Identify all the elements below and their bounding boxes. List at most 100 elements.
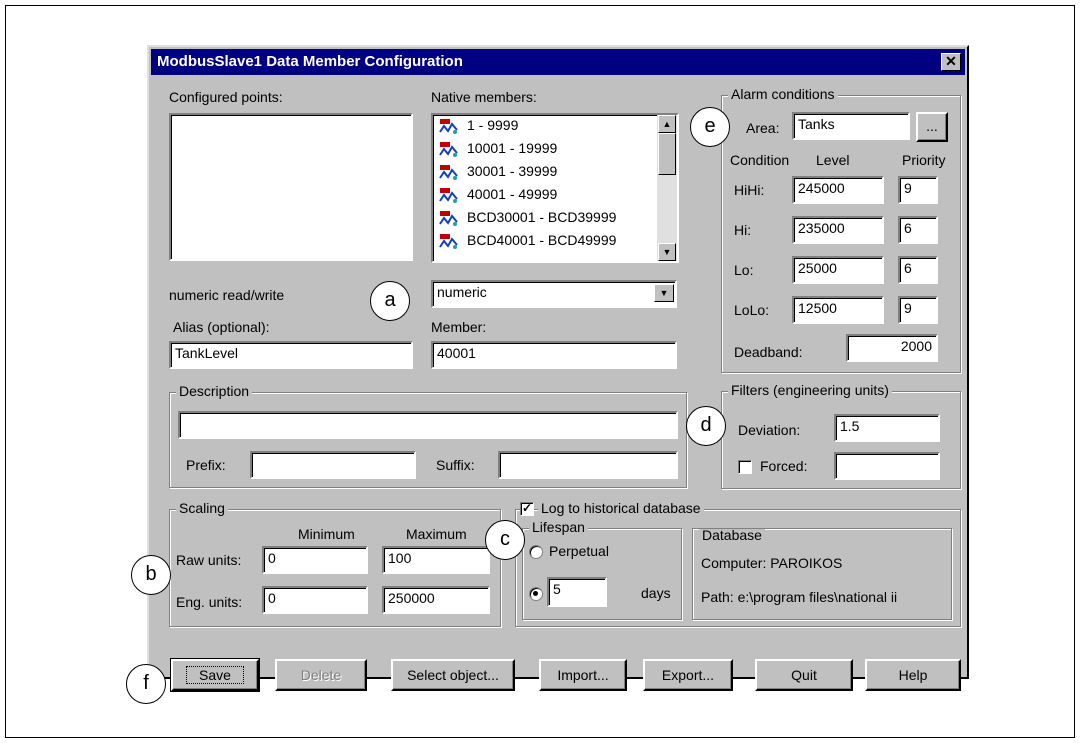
type-select-value: numeric	[437, 284, 487, 300]
native-member-text: BCD40001 - BCD49999	[467, 232, 617, 248]
import-button[interactable]: Import...	[539, 659, 627, 691]
path-text: Path: e:\program files\national ii	[701, 589, 898, 605]
days-field[interactable]: 5	[547, 577, 607, 607]
help-button[interactable]: Help	[865, 659, 961, 691]
native-members-label: Native members:	[431, 89, 537, 105]
maximum-header: Maximum	[406, 526, 467, 542]
level-header: Level	[816, 152, 850, 168]
callout-e: e	[690, 107, 730, 147]
suffix-field[interactable]	[498, 451, 678, 479]
native-member-item[interactable]: 30001 - 39999	[439, 163, 557, 181]
native-member-item[interactable]: 10001 - 19999	[439, 140, 557, 158]
select-object-button[interactable]: Select object...	[391, 659, 515, 691]
data-member-icon	[439, 142, 458, 158]
forced-field[interactable]	[834, 452, 940, 480]
perpetual-radio[interactable]	[529, 545, 543, 559]
alarm-level-field[interactable]: 245000	[792, 176, 884, 204]
log-historical-checkbox[interactable]: ✓	[520, 502, 534, 516]
suffix-label: Suffix:	[436, 457, 475, 473]
native-member-text: 40001 - 49999	[467, 186, 558, 202]
native-scrollbar[interactable]: ▲ ▼	[657, 115, 677, 261]
deadband-field[interactable]: 2000	[846, 334, 938, 362]
callout-c: c	[485, 520, 525, 560]
quit-button[interactable]: Quit	[755, 659, 853, 691]
description-field[interactable]	[178, 411, 678, 439]
export-button[interactable]: Export...	[643, 659, 733, 691]
area-label: Area:	[746, 120, 780, 136]
native-member-text: 10001 - 19999	[467, 140, 558, 156]
eng-min-field[interactable]: 0	[262, 586, 368, 614]
close-button[interactable]: ✕	[941, 53, 961, 71]
configured-points-label: Configured points:	[169, 89, 283, 105]
save-label: Save	[186, 666, 244, 684]
alarm-title: Alarm conditions	[728, 86, 838, 102]
alarm-priority-field[interactable]: 9	[898, 296, 938, 324]
prefix-label: Prefix:	[186, 457, 226, 473]
type-select[interactable]: numeric ▼	[431, 280, 677, 308]
data-member-icon	[439, 165, 458, 181]
native-member-item[interactable]: 1 - 9999	[439, 117, 518, 135]
save-button[interactable]: Save	[170, 658, 260, 692]
forced-label: Forced:	[760, 458, 808, 474]
native-member-item[interactable]: BCD30001 - BCD39999	[439, 209, 616, 227]
database-title: Database	[699, 529, 765, 543]
perpetual-label: Perpetual	[549, 543, 609, 559]
raw-max-field[interactable]: 100	[382, 546, 490, 574]
area-field[interactable]: Tanks	[792, 112, 910, 140]
scroll-down-icon[interactable]: ▼	[658, 243, 676, 261]
title-bar: ModbusSlave1 Data Member Configuration ✕	[151, 49, 965, 75]
forced-checkbox[interactable]	[738, 460, 752, 474]
deviation-field[interactable]: 1.5	[834, 414, 940, 442]
configured-points-list[interactable]	[169, 113, 413, 261]
alarm-priority-field[interactable]: 6	[898, 256, 938, 284]
native-member-item[interactable]: 40001 - 49999	[439, 186, 557, 204]
historical-group: ✓ Log to historical database Lifespan Pe…	[515, 500, 961, 627]
area-browse-button[interactable]: ...	[916, 112, 948, 142]
days-radio[interactable]	[529, 587, 543, 601]
alias-field[interactable]: TankLevel	[169, 341, 413, 369]
alarm-level-field[interactable]: 12500	[792, 296, 884, 324]
native-members-list[interactable]: 1 - 9999 10001 - 19999 30001 - 39999 40001 …	[431, 113, 679, 263]
alias-label: Alias (optional):	[173, 319, 270, 335]
chevron-down-icon[interactable]: ▼	[654, 284, 674, 302]
log-historical-label: Log to historical database	[538, 500, 704, 516]
native-member-text: BCD30001 - BCD39999	[467, 209, 617, 225]
data-member-icon	[439, 234, 458, 250]
days-label: days	[641, 585, 671, 601]
member-field[interactable]: 40001	[431, 341, 677, 369]
delete-button[interactable]: Delete	[275, 659, 367, 691]
alarm-priority-field[interactable]: 6	[898, 216, 938, 244]
data-member-icon	[439, 211, 458, 227]
eng-units-label: Eng. units:	[176, 594, 243, 610]
raw-min-field[interactable]: 0	[262, 546, 368, 574]
scroll-up-icon[interactable]: ▲	[658, 115, 676, 133]
scroll-thumb[interactable]	[658, 133, 676, 175]
eng-max-field[interactable]: 250000	[382, 586, 490, 614]
config-dialog: ModbusSlave1 Data Member Configuration ✕…	[147, 45, 969, 692]
lifespan-title: Lifespan	[529, 519, 588, 535]
native-member-text: 30001 - 39999	[467, 163, 558, 179]
callout-a: a	[370, 281, 410, 321]
scaling-title: Scaling	[176, 500, 228, 516]
description-group: Description Prefix: Suffix:	[169, 383, 687, 488]
lifespan-group: Lifespan Perpetual 5 days	[522, 519, 682, 620]
alarm-level-field[interactable]: 25000	[792, 256, 884, 284]
callout-d: d	[686, 406, 726, 446]
member-label: Member:	[431, 319, 487, 335]
computer-text: Computer: PAROIKOS	[701, 555, 843, 571]
alarm-group: Alarm conditions Area: Tanks ... Conditi…	[721, 86, 961, 373]
alarm-condition-label: Lo:	[734, 262, 754, 278]
minimum-header: Minimum	[298, 526, 355, 542]
alarm-condition-label: HiHi:	[734, 182, 765, 198]
data-member-icon	[439, 119, 458, 135]
callout-f: f	[126, 664, 166, 704]
mode-text: numeric read/write	[169, 287, 285, 303]
filters-title: Filters (engineering units)	[728, 382, 892, 398]
alarm-level-field[interactable]: 235000	[792, 216, 884, 244]
description-title: Description	[176, 383, 253, 399]
alarm-priority-field[interactable]: 9	[898, 176, 938, 204]
native-member-item[interactable]: BCD40001 - BCD49999	[439, 232, 616, 250]
prefix-field[interactable]	[250, 451, 416, 479]
alarm-condition-label: LoLo:	[734, 302, 770, 318]
filters-group: Filters (engineering units) Deviation: 1…	[721, 382, 961, 489]
